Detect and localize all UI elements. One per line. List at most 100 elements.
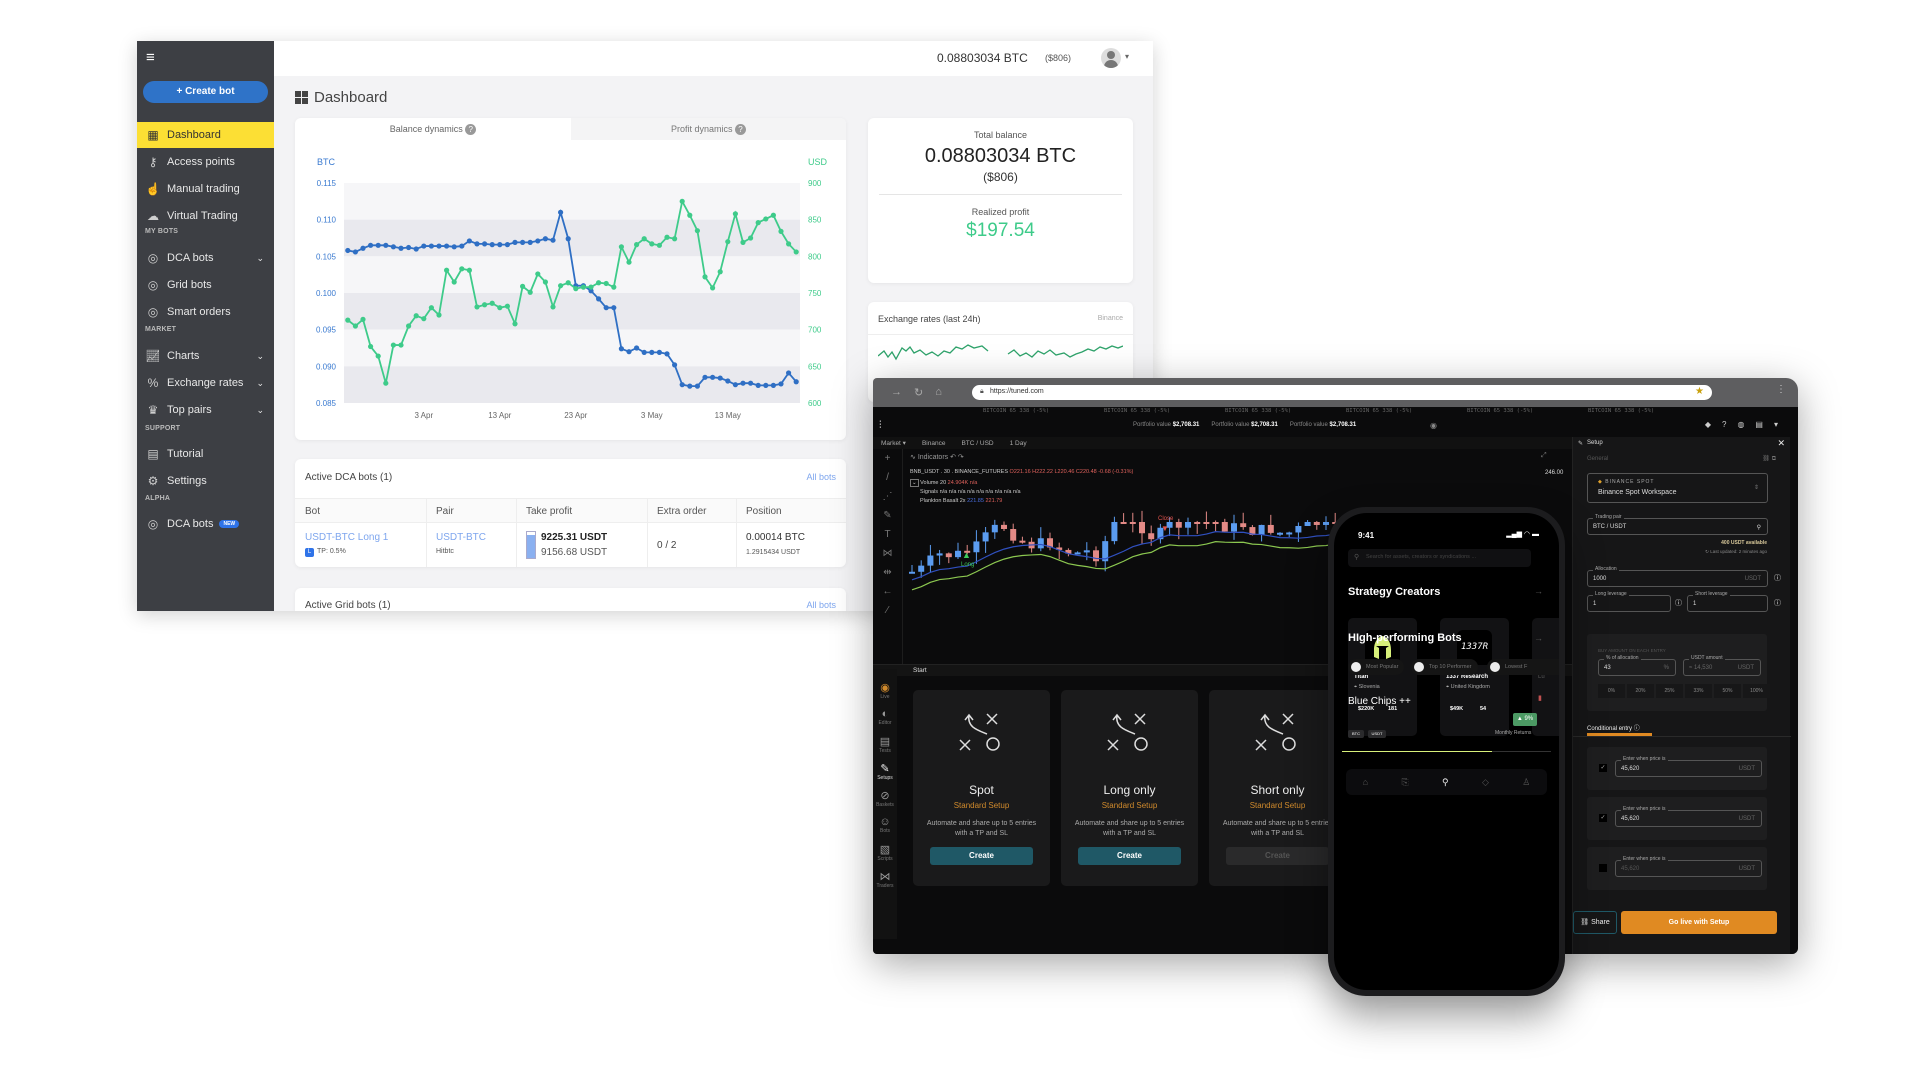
entry-checkbox[interactable] [1599, 864, 1607, 872]
eye-icon[interactable]: ◉ [1430, 421, 1437, 430]
chevron-down-icon[interactable]: ▾ [1125, 52, 1129, 61]
entry-price-field[interactable]: Enter when price is 45,620 USDT [1615, 856, 1762, 877]
measure-icon[interactable]: ⇹ [873, 563, 902, 582]
sidebar-item-charts[interactable]: 📈︎ Charts ⌄ [137, 343, 274, 369]
nav-baskets[interactable]: ⊘ Baskets [873, 789, 897, 808]
candle-body [1139, 522, 1145, 534]
sidebar-item-access-points[interactable]: ⚷ Access points [137, 149, 274, 175]
usdt-amount-field[interactable]: USDT amount ≈ 14,530 USDT [1683, 655, 1761, 676]
close-icon[interactable]: ✕ [1777, 438, 1785, 449]
nav-bots[interactable]: ☺ Bots [873, 816, 897, 834]
tag-usdt: USDT [1368, 730, 1386, 738]
entry-checkbox[interactable]: ✓ [1599, 814, 1607, 822]
usd-data-point [603, 280, 609, 287]
sidebar-item-dca-bots[interactable]: ◎ DCA bots NEW [137, 511, 274, 537]
sidebar-item-settings[interactable]: ⚙ Settings [137, 468, 274, 494]
workspace-selector[interactable]: ◆ BINANCE SPOT Binance Spot Workspace ⇕ [1587, 473, 1768, 503]
trading-pair-field[interactable]: Trading pair BTC / USDT ⚲ [1587, 514, 1768, 535]
chip-top-10-performer[interactable]: Top 10 Performer [1411, 659, 1478, 675]
profile-icon[interactable]: ♙ [1522, 777, 1530, 788]
indicators-button[interactable]: ∿ Indicators ↶ ↷ [910, 453, 964, 461]
address-bar[interactable]: 🔒︎ https://tuned.com ★ [972, 385, 1712, 400]
notes-icon[interactable]: ▤ [1755, 420, 1763, 429]
exchange-selector[interactable]: Binance [922, 440, 946, 447]
diamond-icon[interactable]: ◇ [1482, 777, 1489, 788]
preset-button[interactable]: 25% [1656, 684, 1683, 698]
bookmark-icon[interactable]: ⎘ [1401, 777, 1408, 788]
sidebar-item-virtual-trading[interactable]: ☁ Virtual Trading [137, 203, 274, 229]
search-input[interactable]: ⚲ Search for assets, creators or syndica… [1348, 549, 1531, 567]
forward-icon[interactable]: → [891, 386, 902, 399]
bot-name-link[interactable]: USDT-BTC Long 1 [305, 532, 388, 543]
go-live-button[interactable]: Go live with Setup [1621, 911, 1777, 934]
fullscreen-icon[interactable]: ⤢ [1541, 452, 1547, 460]
nav-traders[interactable]: ⋈ Traders [873, 870, 897, 889]
allocation-field[interactable]: Allocation 1000 USDT [1587, 566, 1768, 587]
arrow-right-icon[interactable]: → [1534, 586, 1543, 596]
nav-live[interactable]: ◉ Live [873, 681, 897, 700]
bot-name[interactable]: Blue Chips ++ [1348, 696, 1411, 707]
sidebar-item-grid-bots[interactable]: ◎ Grid bots [137, 272, 274, 298]
sidebar-item-manual-trading[interactable]: ☝ Manual trading [137, 176, 274, 202]
preset-button[interactable]: 33% [1685, 684, 1712, 698]
long-leverage-field[interactable]: Long leverage 1 [1587, 591, 1671, 612]
home-icon[interactable]: ⌂ [1363, 777, 1368, 787]
timeframe-selector[interactable]: 1 Day [1010, 440, 1027, 447]
preset-button[interactable]: 100% [1743, 684, 1770, 698]
sidebar-item-smart-orders[interactable]: ◎ Smart orders [137, 299, 274, 325]
market-dropdown[interactable]: Market ▾ [881, 439, 906, 447]
short-leverage-field[interactable]: Short leverage 1 [1687, 591, 1768, 612]
user-avatar[interactable] [1101, 48, 1121, 68]
globe-icon[interactable]: ◍ [1737, 420, 1744, 429]
reload-icon[interactable]: ↻ [914, 386, 923, 399]
entry-price-field[interactable]: Enter when price is 45,620 USDT [1615, 806, 1762, 827]
nav-tests[interactable]: ▤ Tests [873, 735, 897, 754]
pair-selector[interactable]: BTC / USD [961, 440, 993, 447]
line-tool-icon[interactable]: / [873, 468, 902, 487]
back-arrow-icon[interactable]: ← [873, 582, 902, 601]
link-copy-icons[interactable]: ⛓ ⧉ [1762, 455, 1776, 463]
create-button[interactable]: Create [1226, 847, 1329, 865]
all-bots-link[interactable]: All bots [806, 600, 836, 610]
chip-lowest-fees[interactable]: Lowest F [1487, 659, 1559, 675]
entry-price-field[interactable]: Enter when price is 45,620 USDT [1615, 756, 1762, 777]
preset-button[interactable]: 50% [1714, 684, 1741, 698]
create-button[interactable]: Create [1078, 847, 1181, 865]
brush-icon[interactable]: ✎ [873, 506, 902, 525]
pattern-icon[interactable]: ⋈ [873, 544, 902, 563]
preset-button[interactable]: 20% [1627, 684, 1654, 698]
search-icon[interactable]: ⚲ [1442, 777, 1449, 788]
bookmark-star-icon[interactable]: ★ [1695, 386, 1704, 397]
help-icon[interactable]: ? [1722, 420, 1726, 429]
ruler-icon[interactable]: ⁄ [873, 601, 902, 620]
diamond-icon[interactable]: ◆ [1705, 420, 1711, 429]
app-logo[interactable]: ⫶ [879, 420, 882, 431]
preset-button[interactable]: 0% [1598, 684, 1625, 698]
text-tool-icon[interactable]: T [873, 525, 902, 544]
share-button[interactable]: ⛓ Share [1573, 911, 1617, 934]
nav-setups[interactable]: ✎ Setups [873, 762, 897, 781]
conditional-entry-tab[interactable]: Conditional entry ⓘ [1587, 723, 1640, 732]
browser-menu-icon[interactable]: ⋮ [1776, 384, 1786, 395]
crosshair-icon[interactable]: + [873, 449, 902, 468]
chevron-down-icon[interactable]: ▾ [1774, 420, 1778, 429]
entry-checkbox[interactable]: ✓ [1599, 764, 1607, 772]
create-button[interactable]: Create [930, 847, 1033, 865]
fib-tool-icon[interactable]: ⋰ [873, 487, 902, 506]
hamburger-menu-icon[interactable]: ≡ [146, 49, 155, 66]
sidebar-item-dca-bots[interactable]: ◎ DCA bots ⌄ [137, 245, 274, 271]
sidebar-item-label: Access points [167, 156, 235, 168]
sidebar-item-exchange-rates[interactable]: % Exchange rates ⌄ [137, 370, 274, 396]
create-bot-button[interactable]: + Create bot [143, 81, 268, 103]
sidebar-item-tutorial[interactable]: ▤ Tutorial [137, 441, 274, 467]
all-bots-link[interactable]: All bots [806, 472, 836, 482]
nav-editor[interactable]: ◐ Editor [873, 708, 897, 726]
nav-scripts[interactable]: ▧ Scripts [873, 843, 897, 862]
pair-link[interactable]: USDT-BTC [436, 532, 486, 543]
sidebar-item-dashboard[interactable]: ▦ Dashboard [137, 122, 274, 148]
arrow-right-icon[interactable]: → [1534, 633, 1543, 643]
percent-allocation-field[interactable]: % of allocation 43% [1598, 655, 1676, 676]
home-icon[interactable]: ⌂ [935, 386, 942, 399]
chip-most-popular[interactable]: Most Popular [1348, 659, 1405, 675]
sidebar-item-top-pairs[interactable]: ♛ Top pairs ⌄ [137, 397, 274, 423]
